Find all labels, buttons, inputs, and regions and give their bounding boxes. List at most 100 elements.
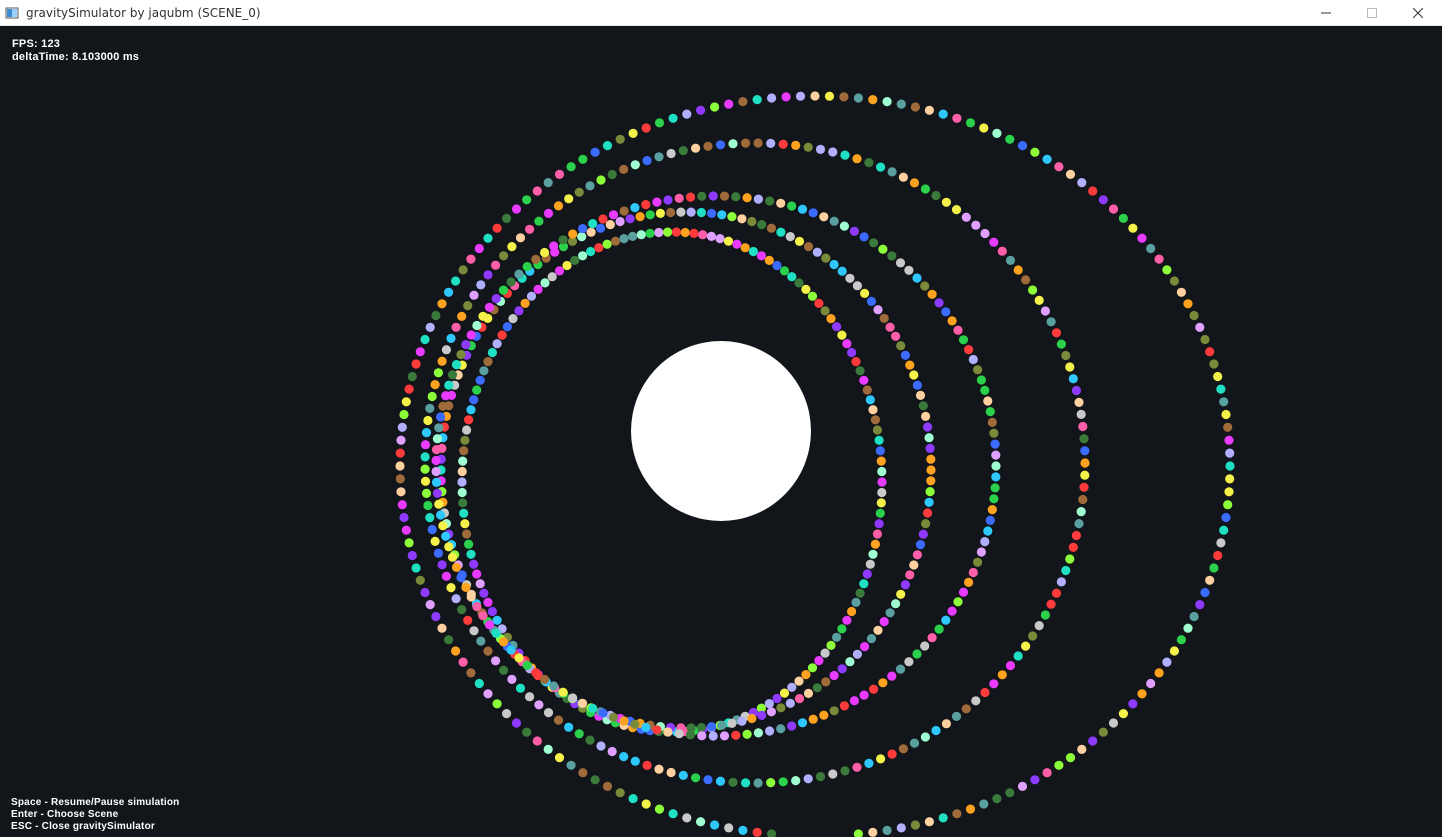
particle: [395, 448, 405, 458]
particle: [724, 99, 734, 109]
particle: [630, 203, 640, 213]
particle: [654, 152, 664, 162]
particle: [837, 330, 847, 340]
particle: [876, 456, 886, 466]
particle: [859, 232, 869, 242]
particle: [1065, 554, 1075, 564]
particle: [794, 676, 804, 686]
particle: [896, 589, 906, 599]
particle: [1205, 575, 1215, 585]
particle: [785, 232, 795, 242]
particle: [1080, 470, 1090, 480]
particle: [399, 409, 409, 420]
minimize-button[interactable]: [1303, 0, 1349, 26]
particle: [668, 809, 678, 819]
particle: [887, 167, 897, 177]
particle: [425, 513, 435, 523]
particle: [602, 781, 613, 792]
particle: [717, 720, 727, 730]
particle: [483, 357, 493, 367]
particle: [719, 191, 730, 201]
particle: [1219, 397, 1229, 407]
particle: [610, 236, 621, 246]
particle: [947, 606, 957, 616]
particle: [574, 729, 584, 739]
particle: [839, 701, 850, 711]
particle: [829, 706, 839, 716]
particle: [1074, 397, 1084, 407]
particle: [741, 138, 751, 148]
particle: [696, 722, 707, 733]
particle: [522, 262, 532, 272]
simulation-canvas[interactable]: FPS: 123 deltaTime: 8.103000 ms Space - …: [0, 26, 1442, 837]
particle: [1071, 530, 1081, 541]
particle: [926, 454, 936, 464]
particle: [812, 683, 822, 693]
particle: [797, 718, 808, 728]
particle: [757, 220, 767, 230]
particle: [525, 692, 535, 702]
maximize-button[interactable]: [1349, 0, 1395, 26]
particle: [1068, 542, 1078, 552]
particle: [451, 594, 461, 604]
particle: [1030, 147, 1040, 157]
particle: [787, 721, 797, 731]
particle: [472, 601, 482, 612]
particle: [920, 184, 931, 194]
particle: [803, 142, 813, 152]
particle: [1017, 141, 1028, 151]
particle: [787, 272, 797, 282]
particle: [522, 660, 532, 671]
particle: [976, 547, 987, 557]
particle: [474, 243, 484, 254]
particle: [808, 714, 818, 724]
particle: [457, 487, 467, 498]
particle: [776, 227, 786, 237]
particle: [642, 760, 652, 771]
particle: [696, 105, 706, 115]
particle: [869, 684, 879, 694]
particle: [997, 670, 1007, 680]
particle: [641, 722, 651, 733]
particle: [840, 766, 850, 776]
particle: [757, 710, 767, 721]
particle: [645, 228, 655, 238]
stats-overlay: FPS: 123 deltaTime: 8.103000 ms: [12, 38, 139, 64]
particle: [985, 407, 995, 417]
particle: [938, 109, 948, 119]
particle: [826, 640, 836, 651]
particle: [927, 633, 937, 643]
particle: [840, 150, 850, 160]
particle: [457, 605, 467, 615]
title-bar[interactable]: gravitySimulator by jaqubm (SCENE_0): [0, 0, 1442, 26]
particle: [483, 597, 493, 608]
particle: [420, 476, 431, 486]
particle: [924, 497, 934, 507]
particle: [478, 611, 488, 621]
particle: [868, 827, 878, 837]
particle: [566, 760, 576, 770]
particle: [1223, 500, 1233, 510]
particle: [458, 498, 468, 508]
particle: [741, 778, 751, 788]
particle: [619, 164, 629, 174]
particle: [931, 190, 941, 201]
particle: [421, 488, 432, 498]
fps-value: 123: [41, 38, 61, 50]
particle: [602, 239, 612, 249]
particle: [447, 552, 458, 562]
particle: [869, 238, 879, 248]
particle: [853, 93, 864, 103]
particle: [444, 287, 454, 297]
particle: [641, 200, 651, 210]
particle: [431, 310, 441, 321]
particle: [678, 146, 688, 156]
particle: [469, 395, 479, 405]
particle: [458, 265, 468, 275]
particle: [483, 233, 493, 243]
close-button[interactable]: [1395, 0, 1441, 26]
particle: [924, 817, 935, 827]
particle: [896, 341, 906, 351]
particle: [728, 139, 738, 149]
particle: [989, 679, 999, 689]
